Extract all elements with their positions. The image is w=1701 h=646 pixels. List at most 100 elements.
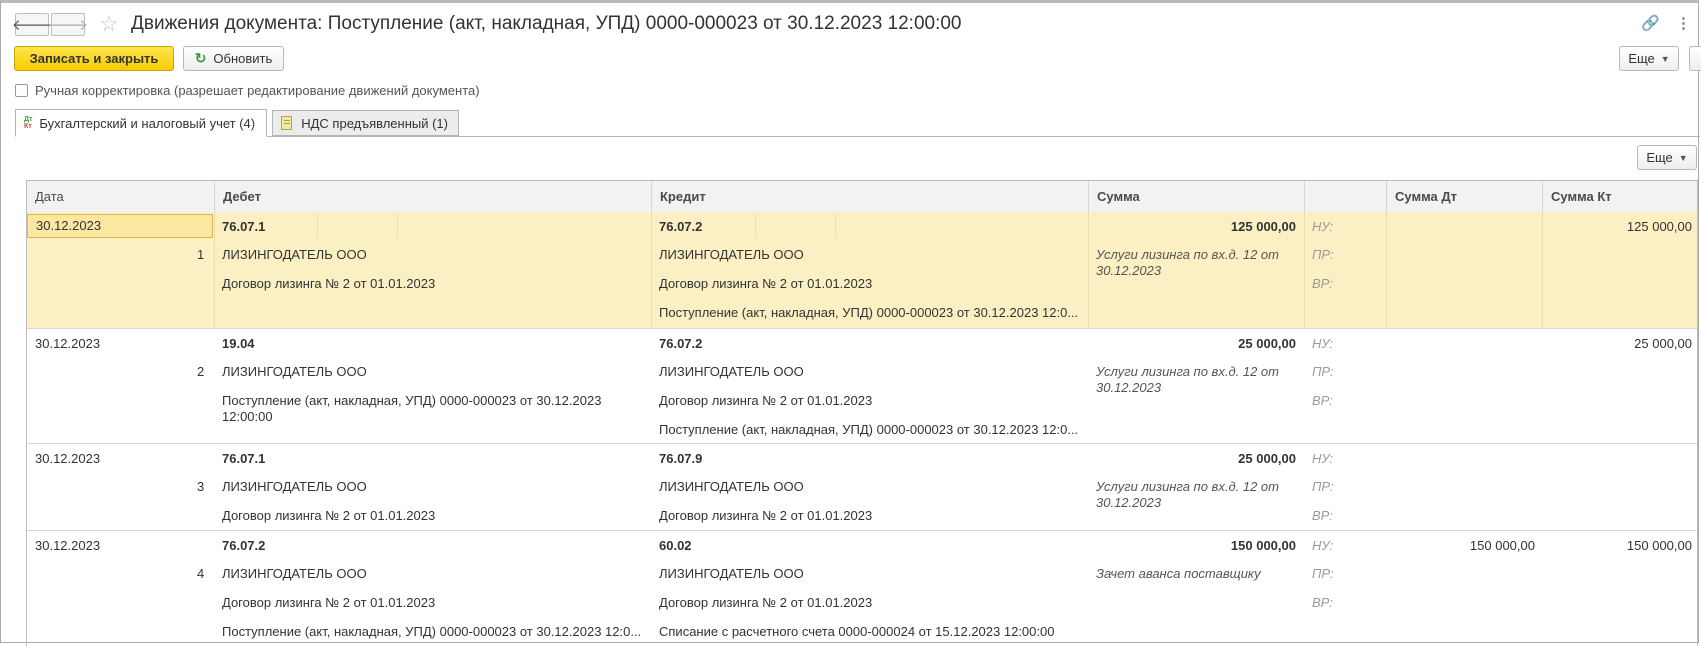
save-and-close-button[interactable]: Записать и закрыть	[14, 46, 174, 71]
manual-edit-row[interactable]: Ручная корректировка (разрешает редактир…	[15, 83, 480, 98]
credit-subconto-2[interactable]: Договор лизинга № 2 от 01.01.2023	[659, 595, 872, 610]
arrow-left-icon: 🡐	[11, 17, 53, 34]
table-row[interactable]: 30.12.2023 1 76.07.1 ЛИЗИНГОДАТЕЛЬ ООО Д…	[27, 212, 1697, 329]
tab-vat-label: НДС предъявленный (1)	[301, 115, 448, 131]
row-number: 1	[197, 247, 205, 262]
debit-subconto-1[interactable]: ЛИЗИНГОДАТЕЛЬ ООО	[222, 364, 367, 379]
row-sum-kt[interactable]: 125 000,00	[1542, 219, 1692, 234]
pr-label: ПР:	[1312, 364, 1334, 379]
credit-subconto-1[interactable]: ЛИЗИНГОДАТЕЛЬ ООО	[659, 247, 804, 262]
nu-label: НУ:	[1312, 219, 1334, 234]
tab-accounting-label: Бухгалтерский и налоговый учет (4)	[39, 115, 256, 131]
table-row[interactable]: 30.12.2023 2 19.04 ЛИЗИНГОДАТЕЛЬ ООО Пос…	[27, 329, 1697, 444]
table-row[interactable]: 30.12.2023 3 76.07.1 ЛИЗИНГОДАТЕЛЬ ООО Д…	[27, 444, 1697, 531]
refresh-button[interactable]: ↻ Обновить	[183, 46, 284, 71]
debit-account[interactable]: 19.04	[222, 336, 255, 351]
document-icon	[281, 116, 293, 130]
row-content[interactable]: Услуги лизинга по вх.д. 12 от 30.12.2023	[1096, 479, 1296, 511]
row-sum-kt[interactable]: 25 000,00	[1542, 336, 1692, 351]
debit-subconto-2[interactable]: Договор лизинга № 2 от 01.01.2023	[222, 595, 435, 610]
tabs-divider	[15, 136, 1700, 137]
credit-account[interactable]: 60.02	[659, 538, 692, 553]
row-sum[interactable]: 25 000,00	[1088, 336, 1296, 351]
credit-account[interactable]: 76.07.2	[659, 336, 702, 351]
row-date[interactable]: 30.12.2023	[27, 214, 213, 238]
row-date[interactable]: 30.12.2023	[35, 451, 100, 466]
col-sum-kt[interactable]: Сумма Кт	[1542, 181, 1697, 212]
back-button[interactable]: 🡐	[11, 13, 53, 36]
debit-account[interactable]: 76.07.1	[222, 451, 265, 466]
row-number: 4	[197, 566, 205, 581]
movements-table[interactable]: Дата Дебет Кредит Сумма Сумма Дт Сумма К…	[26, 180, 1698, 646]
extra-toolbar-button[interactable]	[1689, 46, 1701, 71]
credit-account[interactable]: 76.07.9	[659, 451, 702, 466]
document-movements-window: 🡐 🡒 ☆ Движения документа: Поступление (а…	[0, 0, 1701, 646]
more-label: Еще	[1628, 51, 1655, 66]
credit-subconto-2[interactable]: Договор лизинга № 2 от 01.01.2023	[659, 276, 872, 291]
credit-subconto-1[interactable]: ЛИЗИНГОДАТЕЛЬ ООО	[659, 364, 804, 379]
vr-label: ВР:	[1312, 276, 1333, 291]
credit-subconto-1[interactable]: ЛИЗИНГОДАТЕЛЬ ООО	[659, 566, 804, 581]
col-credit[interactable]: Кредит	[651, 181, 1088, 212]
favorite-star-icon[interactable]: ☆	[99, 11, 119, 37]
tab-accounting[interactable]: Дт Кт Бухгалтерский и налоговый учет (4)	[15, 109, 267, 137]
credit-subconto-3[interactable]: Поступление (акт, накладная, УПД) 0000-0…	[659, 305, 1078, 320]
row-date[interactable]: 30.12.2023	[35, 336, 100, 351]
table-more-button[interactable]: Еще ▼	[1637, 145, 1697, 170]
nu-label: НУ:	[1312, 538, 1334, 553]
row-content[interactable]: Услуги лизинга по вх.д. 12 от 30.12.2023	[1096, 247, 1296, 279]
debit-subconto-1[interactable]: ЛИЗИНГОДАТЕЛЬ ООО	[222, 566, 367, 581]
debit-subconto-2[interactable]: Договор лизинга № 2 от 01.01.2023	[222, 276, 435, 291]
row-content[interactable]: Зачет аванса поставщику	[1096, 566, 1296, 582]
credit-subconto-3[interactable]: Поступление (акт, накладная, УПД) 0000-0…	[659, 422, 1078, 437]
caret-down-icon: ▼	[1660, 53, 1670, 64]
table-row[interactable]: 30.12.2023 4 76.07.2 ЛИЗИНГОДАТЕЛЬ ООО Д…	[27, 531, 1697, 646]
vr-label: ВР:	[1312, 508, 1333, 523]
more-vertical-icon[interactable]: ⋮	[1676, 14, 1691, 32]
nu-label: НУ:	[1312, 336, 1334, 351]
row-sum[interactable]: 125 000,00	[1088, 219, 1296, 234]
pr-label: ПР:	[1312, 479, 1334, 494]
table-more-label: Еще	[1646, 150, 1673, 165]
link-icon[interactable]: 🔗	[1641, 14, 1660, 32]
row-content[interactable]: Услуги лизинга по вх.д. 12 от 30.12.2023	[1096, 364, 1296, 396]
row-sum-kt[interactable]: 150 000,00	[1542, 538, 1692, 553]
col-sum[interactable]: Сумма	[1088, 181, 1304, 212]
arrow-right-icon: 🡒	[47, 17, 89, 34]
col-date[interactable]: Дата	[27, 181, 214, 212]
col-debit[interactable]: Дебет	[214, 181, 651, 212]
debit-subconto-2[interactable]: Договор лизинга № 2 от 01.01.2023	[222, 508, 435, 523]
refresh-label: Обновить	[213, 51, 273, 66]
debit-subconto-3[interactable]: Поступление (акт, накладная, УПД) 0000-0…	[222, 624, 641, 639]
vr-label: ВР:	[1312, 595, 1333, 610]
refresh-icon: ↻	[194, 50, 207, 66]
debit-subconto-1[interactable]: ЛИЗИНГОДАТЕЛЬ ООО	[222, 479, 367, 494]
credit-subconto-2[interactable]: Договор лизинга № 2 от 01.01.2023	[659, 508, 872, 523]
forward-button[interactable]: 🡒	[47, 13, 89, 36]
debit-subconto-1[interactable]: ЛИЗИНГОДАТЕЛЬ ООО	[222, 247, 367, 262]
nu-label: НУ:	[1312, 451, 1334, 466]
manual-edit-checkbox[interactable]	[15, 84, 28, 97]
pr-label: ПР:	[1312, 566, 1334, 581]
tab-vat[interactable]: НДС предъявленный (1)	[272, 110, 459, 136]
credit-subconto-2[interactable]: Договор лизинга № 2 от 01.01.2023	[659, 393, 872, 408]
col-sum-dt[interactable]: Сумма Дт	[1386, 181, 1542, 212]
caret-down-icon: ▼	[1678, 152, 1688, 163]
debit-account[interactable]: 76.07.1	[222, 219, 265, 234]
more-button[interactable]: Еще ▼	[1619, 46, 1679, 71]
row-sum-dt[interactable]: 150 000,00	[1386, 538, 1535, 553]
dt-kt-icon: Дт Кт	[24, 116, 33, 130]
debit-subconto-2[interactable]: Поступление (акт, накладная, УПД) 0000-0…	[222, 393, 612, 425]
debit-account[interactable]: 76.07.2	[222, 538, 265, 553]
col-accounting-type[interactable]	[1304, 181, 1386, 212]
credit-subconto-3[interactable]: Списание с расчетного счета 0000-000024 …	[659, 624, 1054, 639]
credit-subconto-1[interactable]: ЛИЗИНГОДАТЕЛЬ ООО	[659, 479, 804, 494]
row-number: 3	[197, 479, 205, 494]
row-sum[interactable]: 25 000,00	[1088, 451, 1296, 466]
credit-account[interactable]: 76.07.2	[659, 219, 702, 234]
row-sum[interactable]: 150 000,00	[1088, 538, 1296, 553]
manual-edit-label: Ручная корректировка (разрешает редактир…	[35, 83, 480, 98]
window-title: Движения документа: Поступление (акт, на…	[131, 13, 962, 34]
row-date[interactable]: 30.12.2023	[35, 538, 100, 553]
vr-label: ВР:	[1312, 393, 1333, 408]
